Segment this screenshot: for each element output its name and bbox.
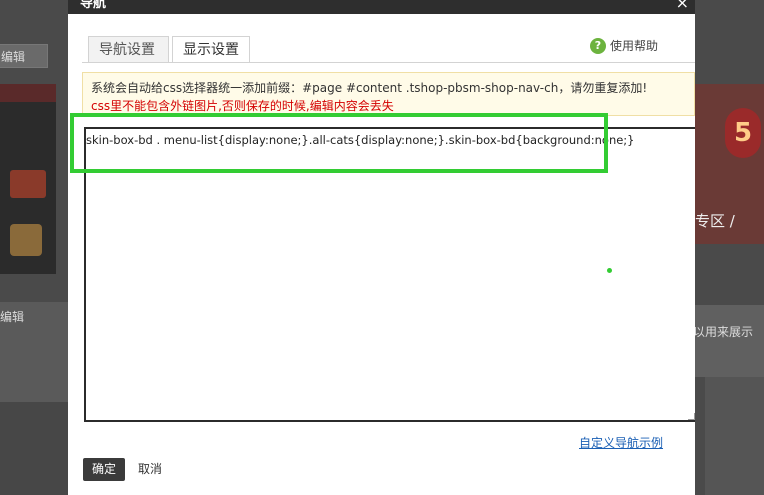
notice-prefix-info: 系统会自动给css选择器统一添加前缀：#page #content .tshop… (91, 81, 648, 95)
background-strip (0, 84, 56, 102)
resize-handle-icon[interactable] (688, 413, 695, 420)
background-edit-button: 编辑 (0, 44, 48, 68)
background-panel-lower (0, 402, 68, 495)
help-label: 使用帮助 (610, 39, 659, 53)
highlight-annotation-box (70, 113, 608, 173)
background-page-left: 编辑 编辑 (0, 0, 68, 495)
background-panel: 编辑 (0, 302, 68, 402)
tab-display-settings[interactable]: 显示设置 (172, 36, 250, 63)
tab-divider (82, 62, 695, 63)
help-question-icon: ? (590, 37, 606, 54)
background-bottom-panel (705, 377, 764, 495)
dialog-header: 导航 × (68, 0, 695, 14)
cancel-button[interactable]: 取消 (138, 458, 162, 481)
notice-box: 系统会自动给css选择器统一添加前缀：#page #content .tshop… (82, 72, 695, 116)
background-phone-preview (0, 84, 56, 274)
help-link[interactable]: ? 使用帮助 (590, 37, 658, 54)
background-page-right: 5 专区 / 以用来展示 (693, 0, 764, 495)
custom-nav-example-link[interactable]: 自定义导航示例 (579, 434, 663, 451)
annotation-dot (607, 268, 612, 273)
dialog-title: 导航 (80, 0, 107, 11)
close-icon[interactable]: × (676, 0, 689, 12)
background-tile (10, 224, 42, 256)
notice-warning: css里不能包含外链图片,否则保存的时候,编辑内容会丢失 (91, 99, 394, 113)
background-circle-badge: 5 (725, 108, 761, 158)
confirm-button[interactable]: 确定 (83, 458, 125, 481)
background-panel-label: 编辑 (0, 310, 25, 324)
navigation-dialog: 导航 × 导航设置 显示设置 ? 使用帮助 系统会自动给css选择器统一添加前缀… (68, 0, 695, 495)
tab-navigation-settings[interactable]: 导航设置 (88, 36, 169, 62)
background-grey-panel: 以用来展示 (693, 305, 764, 377)
background-zone-text: 专区 / (695, 212, 735, 230)
background-tile (10, 170, 46, 198)
background-grey-text: 以用来展示 (693, 325, 754, 339)
background-banner: 5 专区 / (695, 84, 764, 244)
